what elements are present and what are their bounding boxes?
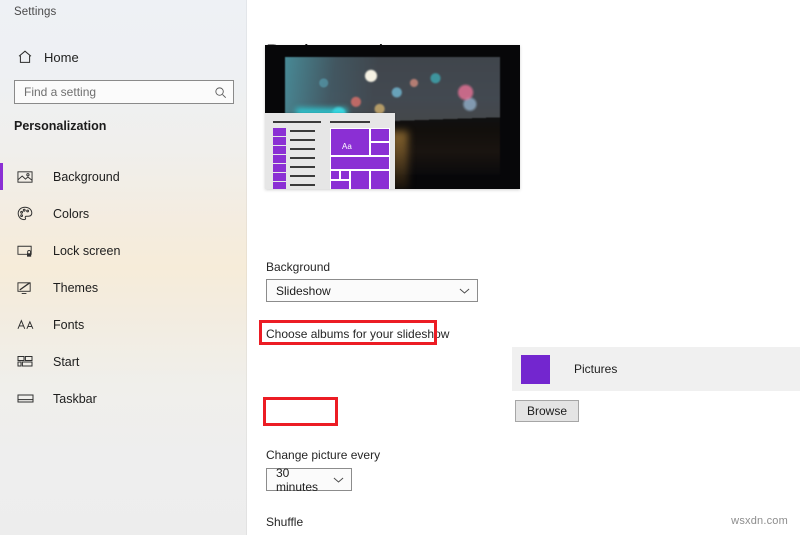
sidebar-item-taskbar[interactable]: Taskbar xyxy=(0,380,247,417)
selection-indicator xyxy=(0,385,3,412)
watermark: wsxdn.com xyxy=(731,515,788,527)
start-menu-icon-column xyxy=(273,128,286,189)
start-menu-text-lines xyxy=(290,130,315,189)
selection-indicator xyxy=(0,237,3,264)
image-icon xyxy=(17,168,39,186)
sidebar-item-fonts[interactable]: Fonts xyxy=(0,306,247,343)
background-field-label: Background xyxy=(266,260,330,274)
sidebar-item-background[interactable]: Background xyxy=(0,158,247,195)
settings-window: Settings Home Personalization xyxy=(0,0,800,535)
shuffle-label: Shuffle xyxy=(266,515,303,529)
sidebar: Settings Home Personalization xyxy=(0,0,247,535)
sidebar-item-themes-label: Themes xyxy=(53,281,98,295)
lock-screen-icon xyxy=(17,242,39,260)
selection-indicator xyxy=(0,163,3,190)
album-thumbnail xyxy=(521,355,550,384)
sidebar-item-home-label: Home xyxy=(44,50,79,65)
search-box[interactable] xyxy=(14,80,234,104)
selection-indicator xyxy=(0,311,3,338)
background-preview: Aa xyxy=(265,45,520,189)
sidebar-item-lock-screen[interactable]: Lock screen xyxy=(0,232,247,269)
app-title: Settings xyxy=(14,6,56,18)
sidebar-item-home[interactable]: Home xyxy=(10,43,235,71)
themes-icon xyxy=(17,279,39,297)
background-type-dropdown[interactable]: Slideshow xyxy=(266,279,478,302)
taskbar-icon xyxy=(17,390,39,408)
change-picture-interval-dropdown[interactable]: 30 minutes xyxy=(266,468,352,491)
search-input[interactable] xyxy=(24,85,213,99)
start-menu-tile-text: Aa xyxy=(342,142,352,151)
sidebar-item-taskbar-label: Taskbar xyxy=(53,392,97,406)
selection-indicator xyxy=(0,348,3,375)
change-picture-interval-label: Change picture every xyxy=(266,448,380,462)
change-picture-interval-value: 30 minutes xyxy=(276,466,333,494)
home-icon xyxy=(10,49,40,65)
sidebar-item-background-label: Background xyxy=(53,170,120,184)
start-menu-preview: Aa xyxy=(265,113,395,189)
start-icon xyxy=(17,353,39,371)
chevron-down-icon xyxy=(333,476,344,484)
sidebar-item-fonts-label: Fonts xyxy=(53,318,84,332)
album-name: Pictures xyxy=(574,362,617,376)
main-content: Background xyxy=(247,0,800,535)
sidebar-item-lock-screen-label: Lock screen xyxy=(53,244,120,258)
background-type-value: Slideshow xyxy=(276,284,331,298)
search-icon[interactable] xyxy=(213,85,227,99)
albums-list: Pictures xyxy=(512,347,800,391)
start-menu-tiles: Aa xyxy=(330,121,390,189)
sidebar-nav: Background Colors xyxy=(0,158,247,417)
album-list-item[interactable]: Pictures xyxy=(512,347,800,391)
selection-indicator xyxy=(0,200,3,227)
browse-button[interactable]: Browse xyxy=(515,400,579,422)
sidebar-item-start-label: Start xyxy=(53,355,79,369)
sidebar-item-colors-label: Colors xyxy=(53,207,89,221)
choose-albums-label: Choose albums for your slideshow xyxy=(266,327,449,341)
fonts-icon xyxy=(17,316,39,334)
selection-indicator xyxy=(0,274,3,301)
sidebar-item-colors[interactable]: Colors xyxy=(0,195,247,232)
chevron-down-icon xyxy=(459,287,470,295)
sidebar-item-start[interactable]: Start xyxy=(0,343,247,380)
sidebar-item-themes[interactable]: Themes xyxy=(0,269,247,306)
palette-icon xyxy=(17,205,39,223)
sidebar-category-title: Personalization xyxy=(14,119,106,133)
